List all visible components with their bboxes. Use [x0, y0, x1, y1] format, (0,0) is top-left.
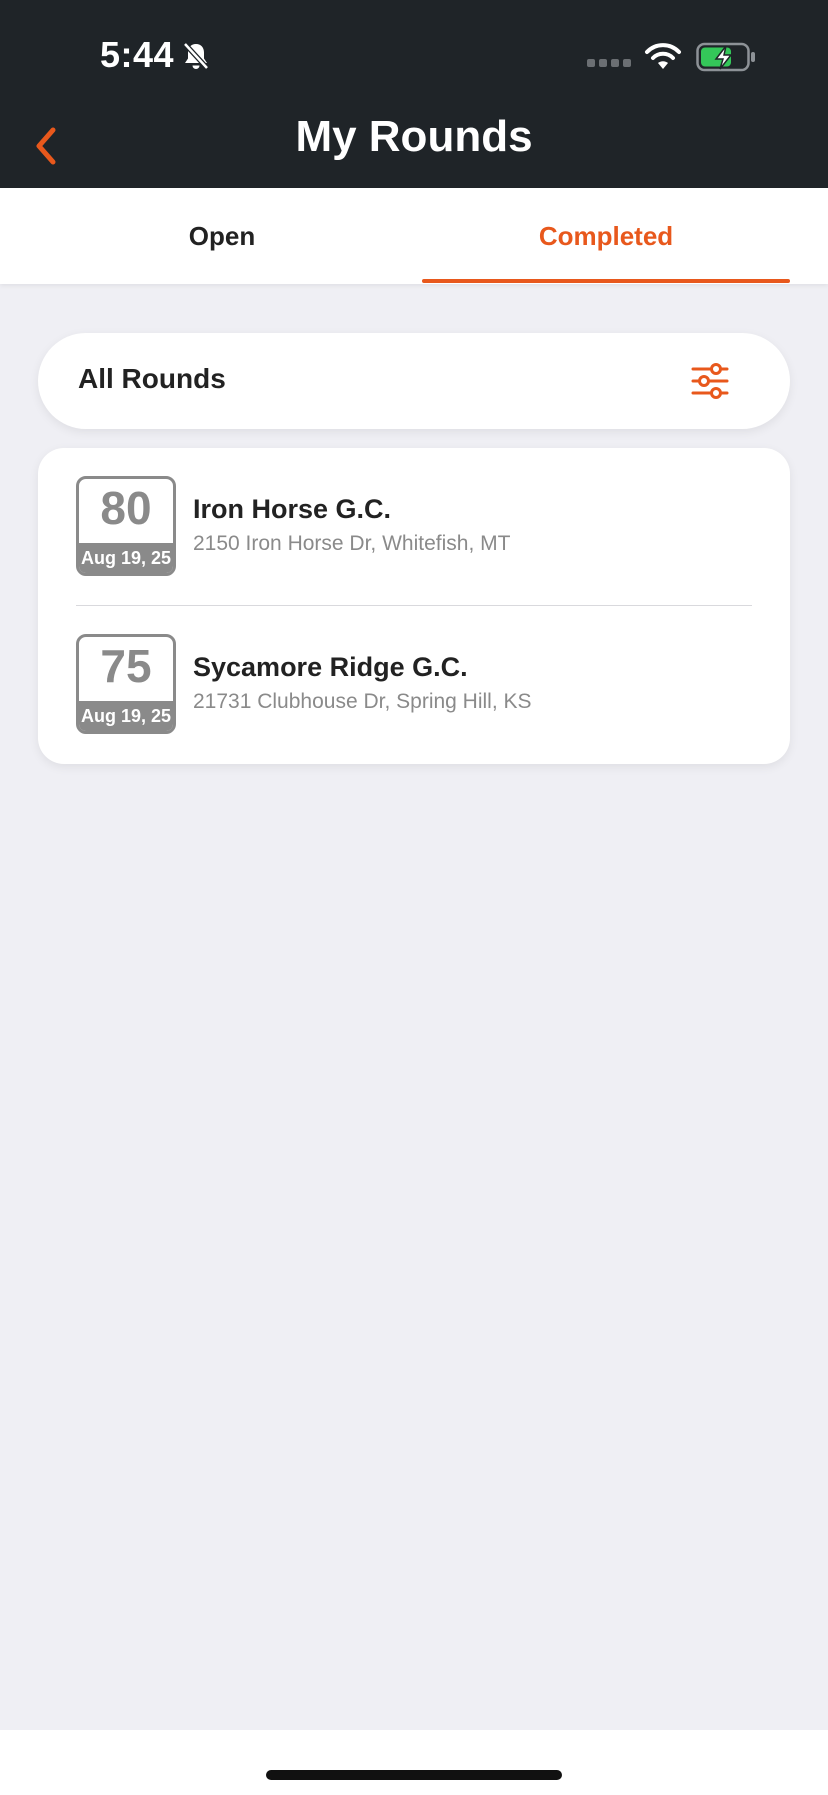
- score-badge: 75 Aug 19, 25: [76, 634, 176, 734]
- score-value: 75: [100, 640, 152, 692]
- rounds-list: 80 Aug 19, 25 Iron Horse G.C. 2150 Iron …: [38, 448, 790, 764]
- bottom-safe-area: [0, 1730, 828, 1795]
- round-row[interactable]: 80 Aug 19, 25 Iron Horse G.C. 2150 Iron …: [38, 448, 790, 606]
- filter-label: All Rounds: [78, 363, 226, 394]
- round-date: Aug 19, 25: [79, 543, 173, 573]
- score-value: 80: [100, 482, 152, 534]
- round-row[interactable]: 75 Aug 19, 25 Sycamore Ridge G.C. 21731 …: [38, 606, 790, 764]
- home-indicator[interactable]: [266, 1770, 562, 1780]
- rounds-filter-bar[interactable]: All Rounds: [38, 333, 790, 429]
- page-title: My Rounds: [295, 112, 533, 161]
- wifi-icon: [645, 43, 681, 69]
- my-rounds-screen: 5:44 My Rounds Open Completed All Rounds…: [0, 0, 828, 1795]
- tab-open[interactable]: Open: [0, 188, 444, 284]
- segmented-tabs: Open Completed: [0, 188, 828, 284]
- status-time: 5:44: [100, 34, 175, 75]
- score-badge: 80 Aug 19, 25: [76, 476, 176, 576]
- course-address: 2150 Iron Horse Dr, Whitefish, MT: [193, 532, 511, 555]
- active-tab-indicator: [422, 279, 790, 283]
- tab-completed[interactable]: Completed: [422, 188, 790, 284]
- course-name: Sycamore Ridge G.C.: [193, 652, 468, 682]
- cellular-icon: [587, 59, 631, 67]
- course-name: Iron Horse G.C.: [193, 494, 392, 524]
- round-date: Aug 19, 25: [79, 701, 173, 731]
- status-bar: 5:44: [0, 0, 828, 110]
- sliders-icon[interactable]: [690, 361, 730, 401]
- app-header: 5:44 My Rounds: [0, 0, 828, 188]
- course-address: 21731 Clubhouse Dr, Spring Hill, KS: [193, 690, 532, 713]
- battery-charging-icon: [696, 42, 755, 72]
- bell-slash-icon: [183, 42, 209, 70]
